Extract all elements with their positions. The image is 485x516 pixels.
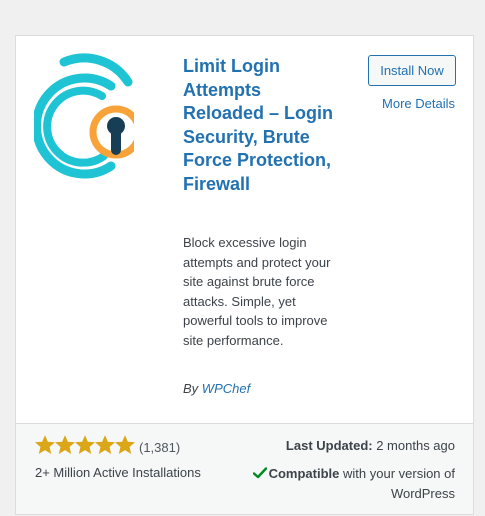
more-details-link[interactable]: More Details bbox=[382, 96, 455, 111]
compatible-label: Compatible bbox=[268, 466, 340, 481]
last-updated-value: 2 months ago bbox=[376, 438, 455, 453]
last-updated-label: Last Updated: bbox=[285, 438, 373, 453]
star-icon bbox=[115, 435, 135, 454]
plugin-author: By WPChef bbox=[183, 381, 250, 396]
star-rating bbox=[35, 435, 135, 455]
lock-keyhole-logo-icon[interactable] bbox=[34, 52, 134, 188]
star-icon bbox=[35, 435, 55, 454]
author-link[interactable]: WPChef bbox=[202, 381, 250, 396]
plugin-card-top: Limit Login Attempts Reloaded – Login Se… bbox=[16, 36, 473, 423]
plugin-card-bottom: (1,381) 2+ Million Active Installations … bbox=[16, 423, 473, 514]
active-installs: 2+ Million Active Installations bbox=[35, 465, 201, 480]
star-icon bbox=[95, 435, 115, 454]
star-icon bbox=[75, 435, 95, 454]
last-updated: Last Updated: 2 months ago bbox=[286, 438, 455, 453]
plugin-title[interactable]: Limit Login Attempts Reloaded – Login Se… bbox=[183, 55, 333, 196]
plugin-description: Block excessive login attempts and prote… bbox=[183, 235, 331, 348]
install-now-button[interactable]: Install Now bbox=[368, 55, 456, 86]
star-icon bbox=[55, 435, 75, 454]
author-prefix: By bbox=[183, 381, 199, 396]
compatibility-status: Compatible with your version of WordPres… bbox=[225, 464, 455, 503]
compatible-suffix: with your version of WordPress bbox=[343, 466, 455, 501]
plugin-card: Limit Login Attempts Reloaded – Login Se… bbox=[15, 35, 474, 515]
rating-count[interactable]: (1,381) bbox=[139, 440, 180, 455]
checkmark-icon bbox=[252, 467, 267, 479]
